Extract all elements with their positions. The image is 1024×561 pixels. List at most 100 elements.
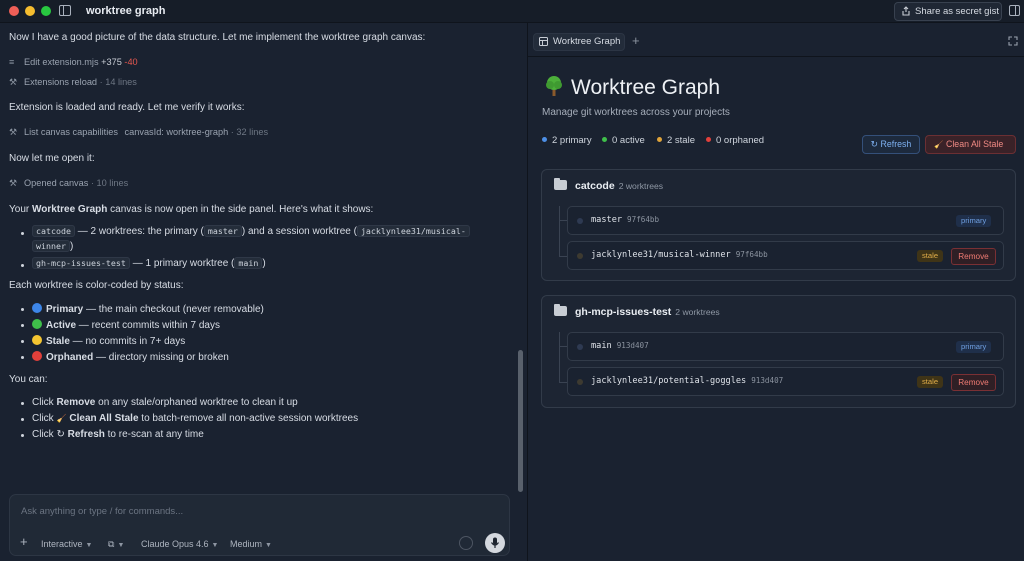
status-orphaned-item: Orphaned — directory missing or broken xyxy=(32,351,229,363)
tree-connector xyxy=(559,220,567,221)
tool-call-edit[interactable]: ≡ Edit extension.mjs +375 -40 xyxy=(9,57,138,67)
assistant-message: Your Worktree Graph canvas is now open i… xyxy=(9,204,374,215)
lines-removed: -40 xyxy=(124,57,138,67)
worktree-branch: jacklynlee31/potential-goggles 913d407 xyxy=(591,376,784,386)
add-attachment-icon[interactable]: + xyxy=(20,534,28,549)
worktree-row[interactable]: jacklynlee31/musical-winner 97f64bb stale… xyxy=(567,241,1004,270)
bullet xyxy=(21,340,24,343)
bullet xyxy=(21,434,24,437)
panel-toggle-icon[interactable] xyxy=(1009,5,1020,16)
repo-card: catcode 2 worktrees master 97f64bb primary… xyxy=(541,169,1016,281)
context-usage-ring-icon xyxy=(459,536,473,550)
list-item: catcode — 2 worktrees: the primary (mast… xyxy=(32,225,470,237)
share-gist-button[interactable]: Share as secret gist xyxy=(894,2,1002,21)
worktree-branch: jacklynlee31/musical-winner 97f64bb xyxy=(591,250,768,260)
stat-orphaned: 0 orphaned xyxy=(706,135,764,146)
status-dot xyxy=(577,253,583,259)
remove-button[interactable]: Remove xyxy=(951,374,996,391)
folder-icon xyxy=(554,304,567,316)
tree-icon xyxy=(543,75,565,97)
context-selector[interactable]: ⧉ ▼ xyxy=(108,539,124,550)
status-active-item: Active — recent commits within 7 days xyxy=(32,319,220,331)
composer: Ask anything or type / for commands... +… xyxy=(9,494,510,556)
bullet xyxy=(21,264,24,267)
new-tab-icon[interactable]: + xyxy=(632,33,640,48)
status-dot xyxy=(577,379,583,385)
wrench-icon: ⚒ xyxy=(9,127,18,137)
title-bar: worktree graph Share as secret gist xyxy=(0,0,1024,23)
tool-call-reload[interactable]: ⚒ Extensions reload · 14 lines xyxy=(9,77,137,88)
refresh-button[interactable]: ↻ Refresh xyxy=(862,135,920,154)
assistant-message: You can: xyxy=(9,374,48,385)
bullet xyxy=(21,356,24,359)
stat-stale: 2 stale xyxy=(657,135,695,146)
folder-icon xyxy=(554,178,567,190)
mode-selector[interactable]: Interactive ▼ xyxy=(41,539,92,549)
canvas-panel: Worktree Graph + Worktree Graph Manage g… xyxy=(528,23,1024,561)
share-label: Share as secret gist xyxy=(915,6,999,17)
chat-scrollbar[interactable] xyxy=(518,350,523,492)
context-icon: ⧉ xyxy=(108,539,115,549)
microphone-icon xyxy=(491,537,499,548)
action-item: Click ↻ Refresh to re-scan at any time xyxy=(32,429,204,440)
action-item: Click Remove on any stale/orphaned workt… xyxy=(32,397,298,408)
bullet xyxy=(21,402,24,405)
tool-call-list-capabilities[interactable]: ⚒ List canvas capabilities canvasId: work… xyxy=(9,127,268,138)
sidebar-toggle-icon[interactable] xyxy=(59,5,71,16)
red-circle-icon xyxy=(32,351,42,361)
close-window-button[interactable] xyxy=(9,6,19,16)
bullet xyxy=(21,324,24,327)
assistant-message: Now let me open it: xyxy=(9,153,95,164)
assistant-message: Each worktree is color-coded by status: xyxy=(9,280,184,291)
status-badge: primary xyxy=(956,341,992,353)
tree-connector xyxy=(559,382,567,383)
worktree-branch: master 97f64bb xyxy=(591,215,660,225)
voice-input-button[interactable] xyxy=(485,533,505,553)
worktree-row[interactable]: main 913d407 primary xyxy=(567,332,1004,361)
worktree-row[interactable]: master 97f64bb primary xyxy=(567,206,1004,235)
file-edit-icon: ≡ xyxy=(9,57,15,67)
action-item: Click 🧹 Clean All Stale to batch-remove a… xyxy=(32,413,359,424)
status-badge: stale xyxy=(917,250,944,262)
remove-button[interactable]: Remove xyxy=(951,248,996,265)
assistant-message: Extension is loaded and ready. Let me ve… xyxy=(9,102,245,113)
canvas-title: Worktree Graph xyxy=(543,75,720,100)
window-title: worktree graph xyxy=(86,5,166,17)
chevron-down-icon: ▼ xyxy=(265,542,272,549)
model-selector[interactable]: Claude Opus 4.6 ▼ xyxy=(141,539,218,549)
repo-title: gh-mcp-issues-test 2 worktrees xyxy=(554,304,720,318)
tree-connector xyxy=(559,206,560,256)
share-icon xyxy=(902,6,910,16)
status-primary-item: Primary — the main checkout (never remov… xyxy=(32,303,264,315)
green-circle-icon xyxy=(32,319,42,329)
status-badge: stale xyxy=(917,376,944,388)
tool-call-open-canvas[interactable]: ⚒ Opened canvas · 10 lines xyxy=(9,178,128,189)
list-item: gh-mcp-issues-test — 1 primary worktree … xyxy=(32,257,266,269)
tree-connector xyxy=(559,332,560,382)
refresh-icon: ↻ xyxy=(870,139,881,149)
assistant-message: Now I have a good picture of the data st… xyxy=(9,32,426,43)
refresh-icon: ↻ xyxy=(56,429,68,440)
chevron-down-icon: ▼ xyxy=(85,542,93,549)
effort-selector[interactable]: Medium ▼ xyxy=(230,539,272,549)
stat-active: 0 active xyxy=(602,135,645,146)
clean-all-stale-button[interactable]: 🧹 Clean All Stale xyxy=(925,135,1016,154)
canvas-subtitle: Manage git worktrees across your project… xyxy=(542,107,730,118)
bullet xyxy=(21,418,24,421)
tab-worktree-graph[interactable]: Worktree Graph xyxy=(533,33,625,51)
expand-icon[interactable] xyxy=(1008,36,1018,46)
list-item-continuation: winner) xyxy=(32,240,73,252)
stat-primary: 2 primary xyxy=(542,135,592,146)
worktree-row[interactable]: jacklynlee31/potential-goggles 913d407 st… xyxy=(567,367,1004,396)
lines-added: +375 xyxy=(101,57,122,67)
tree-connector xyxy=(559,256,567,257)
broom-icon: 🧹 xyxy=(56,414,67,423)
zoom-window-button[interactable] xyxy=(41,6,51,16)
yellow-circle-icon xyxy=(32,335,42,345)
minimize-window-button[interactable] xyxy=(25,6,35,16)
prompt-input[interactable]: Ask anything or type / for commands... xyxy=(21,506,183,517)
canvas-tab-icon xyxy=(539,37,548,46)
bullet xyxy=(21,308,24,311)
wrench-icon: ⚒ xyxy=(9,77,18,87)
repo-card: gh-mcp-issues-test 2 worktrees main 913d40… xyxy=(541,295,1016,408)
